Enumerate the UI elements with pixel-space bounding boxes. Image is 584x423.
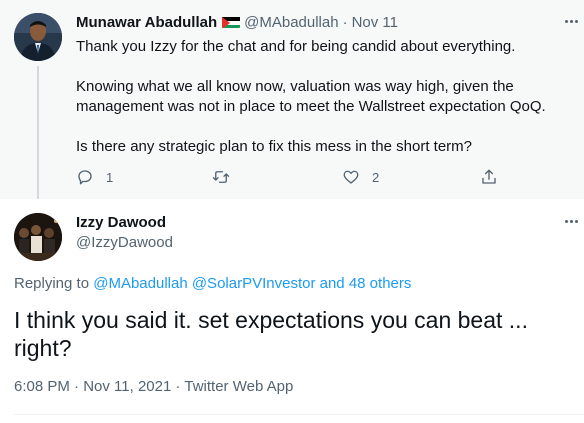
retweet-icon <box>212 171 230 183</box>
like-count: 2 <box>372 169 380 185</box>
replying-to-handles-link[interactable]: @MAbadullah @SolarPVInvestor <box>93 275 315 292</box>
main-author-name[interactable]: Izzy Dawood <box>76 213 166 233</box>
parent-tweet-body-line: Knowing what we all know now, valuation … <box>76 78 514 95</box>
parent-tweet-date[interactable]: Nov 11 <box>352 14 398 31</box>
replying-to-prefix: Replying to <box>14 275 94 292</box>
reply-button[interactable]: 1 <box>76 167 113 187</box>
tweet-timestamp[interactable]: 6:08 PM · Nov 11, 2021 · Twitter Web App <box>14 377 293 397</box>
main-author-handle[interactable]: @IzzyDawood <box>76 233 173 253</box>
parent-tweet-header: Munawar Abadullah @MAbadullah · Nov 11 <box>76 12 398 32</box>
parent-author-avatar[interactable] <box>14 13 62 61</box>
replying-to: Replying to @MAbadullah @SolarPVInvestor… <box>14 274 411 294</box>
main-tweet-text-line: I think you said it. set expectations yo… <box>14 307 528 333</box>
more-options-icon[interactable] <box>560 213 582 229</box>
thread-connector-line <box>37 66 39 199</box>
more-options-icon[interactable] <box>560 13 582 29</box>
replying-to-and: and <box>315 275 349 292</box>
parent-tweet-body-line: Is there any strategic plan to fix this … <box>76 138 473 155</box>
reply-icon <box>78 170 92 185</box>
share-icon <box>482 169 496 184</box>
parent-tweet[interactable]: Munawar Abadullah @MAbadullah · Nov 11 T… <box>0 0 584 199</box>
reply-count: 1 <box>106 169 114 185</box>
parent-author-name[interactable]: Munawar Abadullah <box>76 14 217 31</box>
parent-tweet-body-line: Thank you Izzy for the chat and for bein… <box>76 38 516 55</box>
like-button[interactable]: 2 <box>342 167 379 187</box>
person-avatar-icon <box>14 13 62 61</box>
main-tweet-text: I think you said it. set expectations yo… <box>14 306 574 362</box>
share-button[interactable] <box>480 167 498 187</box>
main-author-avatar[interactable] <box>14 213 62 261</box>
group-photo-avatar-icon <box>14 213 62 261</box>
parent-tweet-body-line: management was not in place to meet the … <box>76 98 546 115</box>
palestine-flag-icon <box>222 16 241 28</box>
parent-author-handle[interactable]: @MAbadullah <box>244 14 338 31</box>
heart-icon <box>343 170 359 184</box>
separator-dot: · <box>342 13 348 31</box>
replying-to-others-link[interactable]: 48 others <box>349 275 412 292</box>
retweet-button[interactable] <box>212 167 242 187</box>
divider <box>14 414 584 415</box>
main-tweet-text-line: right? <box>14 335 72 361</box>
